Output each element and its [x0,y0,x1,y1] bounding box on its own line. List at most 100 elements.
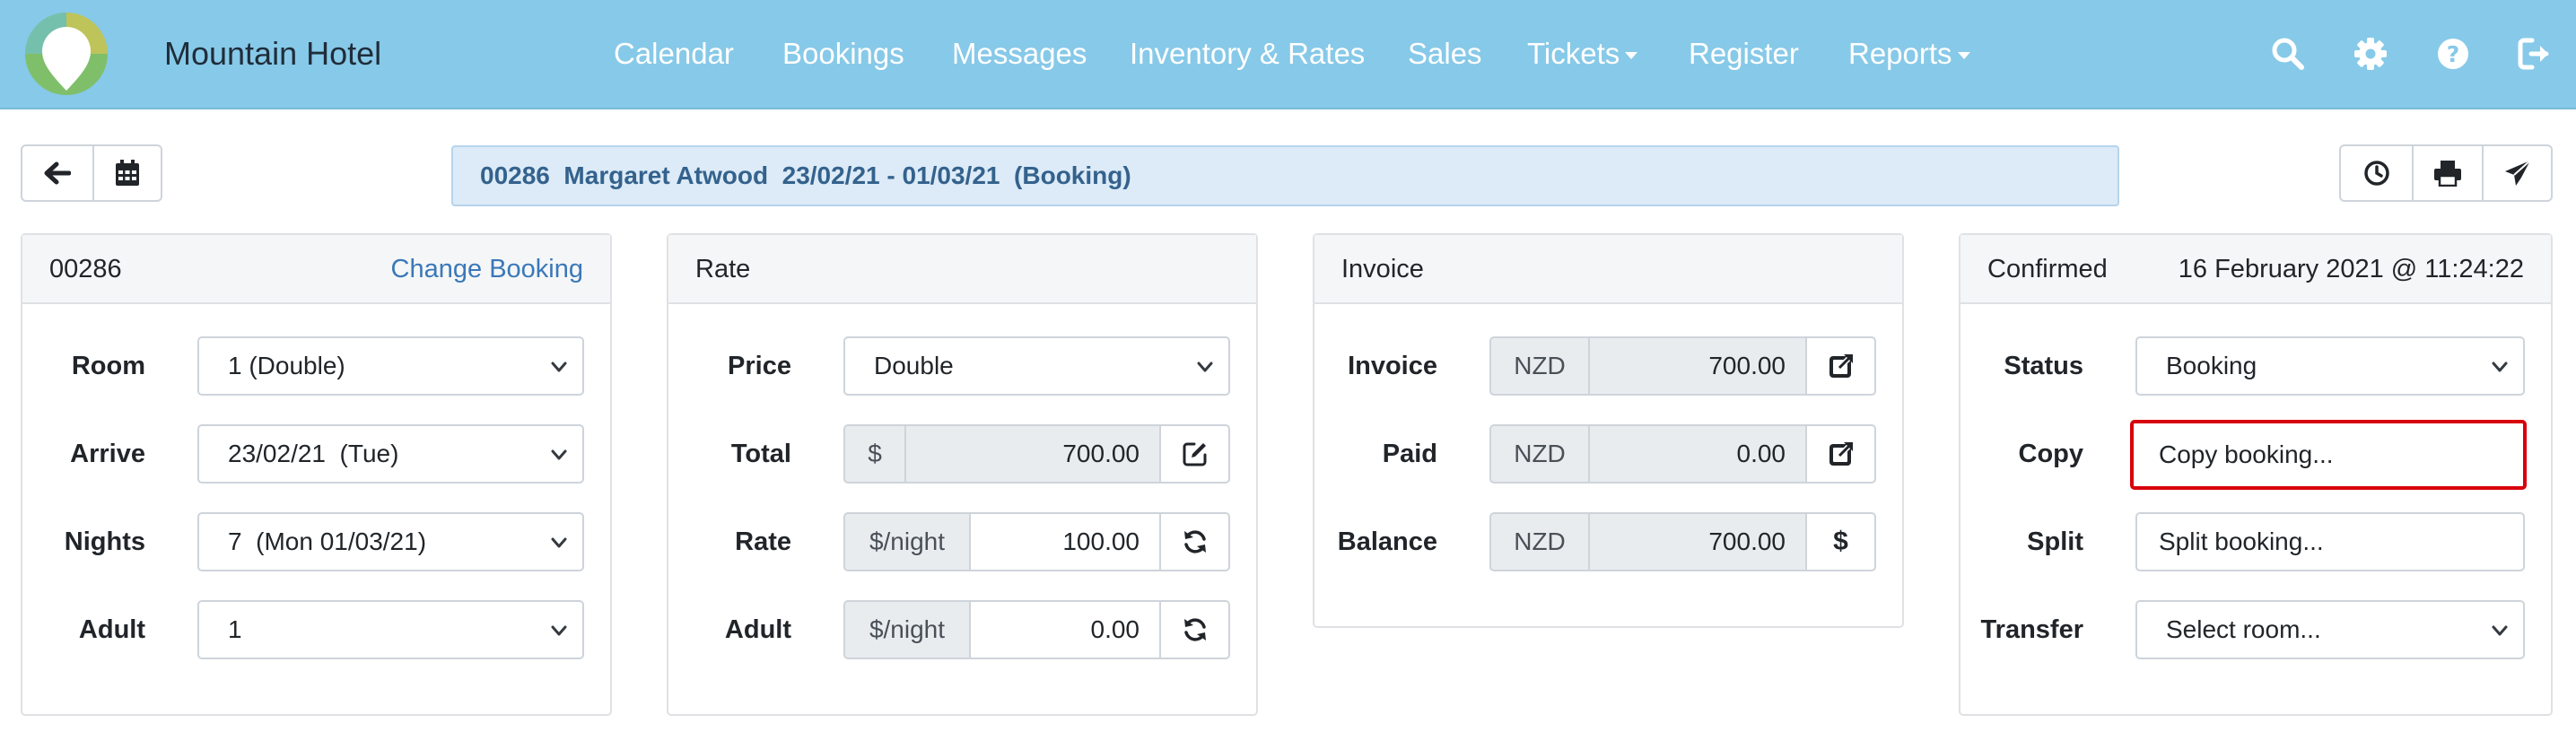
status-select[interactable]: Booking [2135,336,2525,396]
nav-bookings[interactable]: Bookings [782,32,904,75]
status-card: Confirmed 16 February 2021 @ 11:24:22 St… [1959,233,2553,716]
confirmed-timestamp: 16 February 2021 @ 11:24:22 [2178,255,2524,283]
open-invoice-button[interactable] [1805,336,1876,396]
nav-sales[interactable]: Sales [1408,32,1482,75]
balance-currency: NZD [1489,512,1590,571]
print-icon [2434,161,2461,187]
clock-icon [2363,161,2389,186]
total-field: 700.00 [904,424,1161,484]
invoice-input-group: NZD 700.00 [1489,336,1876,396]
nav-inventory-rates[interactable]: Inventory & Rates [1130,32,1365,75]
back-button[interactable] [22,146,92,200]
booking-card-header: 00286 Change Booking [22,235,610,304]
room-select[interactable]: 1 (Double) [197,336,584,396]
search-icon[interactable] [2267,33,2309,74]
confirmed-label: Confirmed [1987,255,2108,283]
refresh-rate-button[interactable] [1159,512,1230,571]
balance-label: Balance [1337,527,1437,556]
refresh-adult-rate-button[interactable] [1159,600,1230,659]
invoice-currency: NZD [1489,336,1590,396]
invoice-card: Invoice Invoice NZD 700.00 Paid NZD 0.00… [1313,233,1904,628]
invoice-card-header: Invoice [1314,235,1902,304]
split-booking-field[interactable]: Split booking... [2135,512,2525,571]
room-value: 1 (Double) [228,352,345,379]
gear-icon[interactable] [2350,33,2391,74]
split-label: Split [2027,527,2083,556]
nav-tickets-dropdown[interactable]: Tickets [1527,32,1638,75]
send-button[interactable] [2482,146,2551,200]
adult-rate-label: Adult [724,615,791,644]
status-card-header: Confirmed 16 February 2021 @ 11:24:22 [1960,235,2551,304]
print-button[interactable] [2412,146,2482,200]
open-payments-button[interactable] [1805,424,1876,484]
arrow-left-icon [44,161,71,185]
transfer-label: Transfer [1980,615,2083,644]
status-label: Status [2004,352,2083,380]
paper-plane-icon [2504,160,2531,186]
nights-label: Nights [64,527,145,556]
external-link-icon [1829,441,1853,466]
invoice-label: Invoice [1348,352,1437,380]
refresh-icon [1183,618,1206,641]
history-button[interactable] [2341,146,2412,200]
price-label: Price [728,352,791,380]
total-currency: $ [843,424,906,484]
chevron-down-icon [1625,52,1638,60]
calendar-button[interactable] [92,146,161,200]
booking-card: 00286 Change Booking Room 1 (Double) Arr… [21,233,612,716]
nav-calendar[interactable]: Calendar [614,32,734,75]
hotel-name: Mountain Hotel [164,35,382,72]
price-value: Double [874,352,954,379]
calendar-icon [116,160,139,186]
paid-label: Paid [1382,440,1437,468]
adult-select[interactable]: 1 [197,600,584,659]
top-navbar: Mountain Hotel Calendar Bookings Message… [0,0,2576,109]
chevron-down-icon [551,449,567,460]
nav-register[interactable]: Register [1689,32,1799,75]
invoice-card-title: Invoice [1341,255,1424,283]
adult-rate-field[interactable]: 0.00 [969,600,1161,659]
help-icon[interactable]: ? [2432,33,2474,74]
edit-total-button[interactable] [1159,424,1230,484]
arrive-value: 23/02/21 (Tue) [228,440,399,467]
paid-input-group: NZD 0.00 [1489,424,1876,484]
status-value: Booking [2166,352,2257,379]
price-select[interactable]: Double [843,336,1230,396]
chevron-down-icon [551,362,567,372]
chevron-down-icon [2492,362,2508,372]
adult-value: 1 [228,615,242,643]
rate-field[interactable]: 100.00 [969,512,1161,571]
refresh-icon [1183,530,1206,553]
adult-rate-unit: $/night [843,600,971,659]
paid-currency: NZD [1489,424,1590,484]
pay-balance-button[interactable]: $ [1805,512,1876,571]
chevron-down-icon [551,625,567,636]
hotel-logo-icon [25,13,108,95]
copy-label: Copy [2018,440,2084,468]
chevron-down-icon [1197,362,1213,372]
nights-value: 7 (Mon 01/03/21) [228,527,427,555]
rate-card-title: Rate [695,255,751,283]
invoice-field: 700.00 [1588,336,1807,396]
transfer-value: Select room... [2166,615,2321,643]
nav-messages[interactable]: Messages [952,32,1087,75]
rate-input-group: $/night 100.00 [843,512,1230,571]
arrive-label: Arrive [70,440,145,468]
edit-icon [1183,442,1206,466]
booking-number: 00286 [49,255,122,283]
copy-booking-field[interactable]: Copy booking... [2130,420,2527,490]
arrive-select[interactable]: 23/02/21 (Tue) [197,424,584,484]
nights-select[interactable]: 7 (Mon 01/03/21) [197,512,584,571]
external-link-icon [1829,353,1853,378]
transfer-select[interactable]: Select room... [2135,600,2525,659]
rate-card: Rate Price Double Total $ 700.00 Rate $/… [667,233,1258,716]
change-booking-link[interactable]: Change Booking [391,235,583,304]
paid-field: 0.00 [1588,424,1807,484]
balance-field: 700.00 [1588,512,1807,571]
nav-reports-dropdown[interactable]: Reports [1848,32,1970,75]
chevron-down-icon [2492,625,2508,636]
total-label: Total [730,440,791,468]
balance-input-group: NZD 700.00 $ [1489,512,1876,571]
logout-icon[interactable] [2514,33,2555,74]
rate-label: Rate [735,527,791,556]
